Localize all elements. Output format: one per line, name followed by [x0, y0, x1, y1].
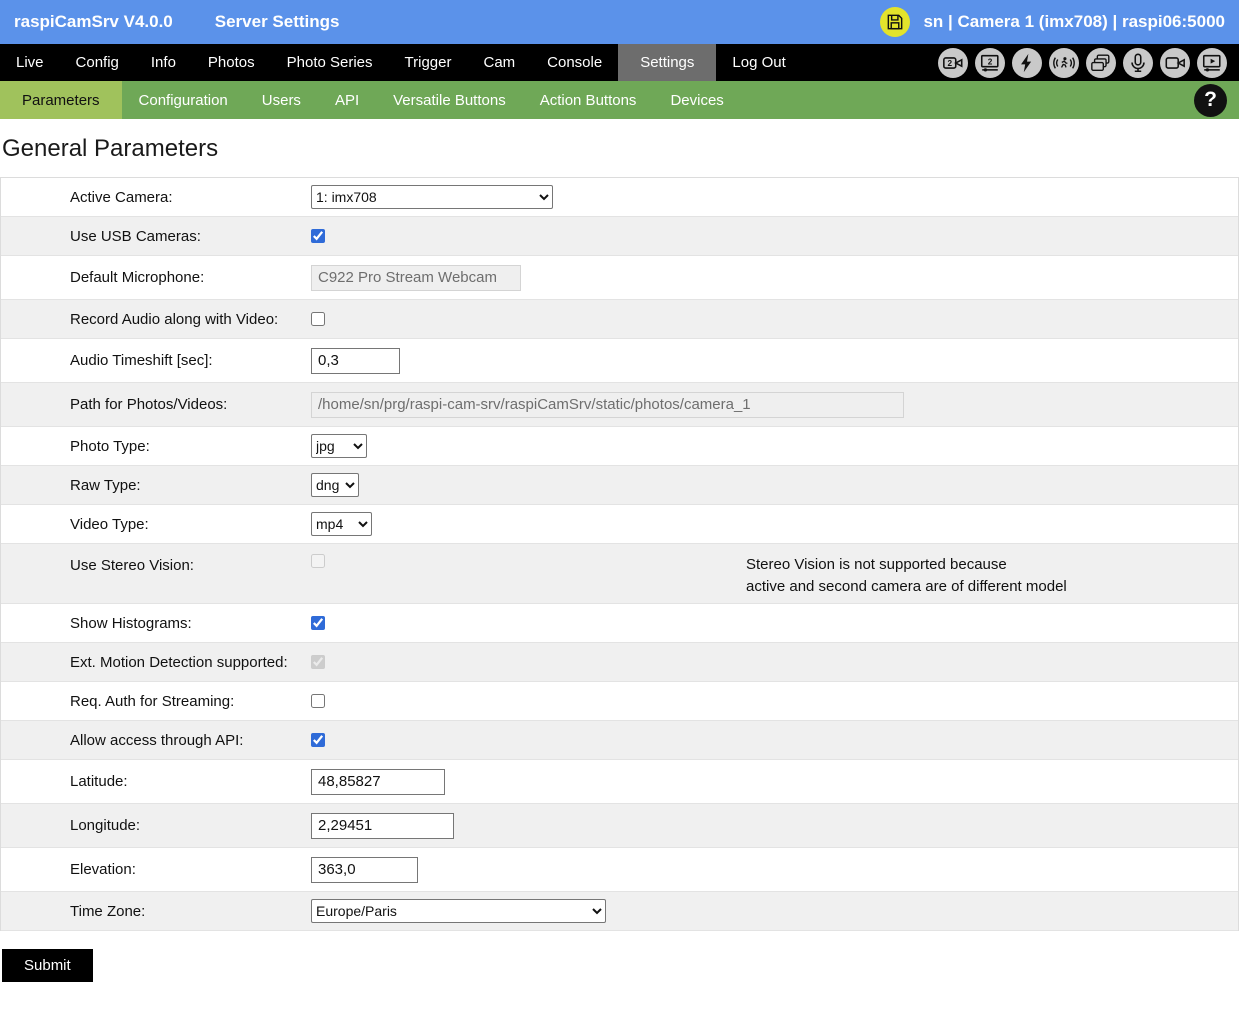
form-row-photo-type: Photo Type: jpg: [1, 427, 1238, 466]
audio-timeshift-input[interactable]: [311, 347, 400, 374]
form-row-record-audio: Record Audio along with Video:: [1, 300, 1238, 339]
help-wrap: ?: [1194, 81, 1239, 119]
photo-type-select[interactable]: jpg: [311, 434, 367, 458]
subnav-item-versatile-buttons[interactable]: Versatile Buttons: [376, 81, 523, 119]
form-row-raw-type: Raw Type: dng: [1, 466, 1238, 505]
nav-item-trigger[interactable]: Trigger: [389, 44, 468, 81]
video-camera-icon[interactable]: [1160, 47, 1190, 78]
form-row-audio-timeshift: Audio Timeshift [sec]:: [1, 339, 1238, 383]
form-row-video-type: Video Type: mp4: [1, 505, 1238, 544]
raw-type-select[interactable]: dng: [311, 473, 359, 497]
flash-icon[interactable]: [1012, 47, 1042, 78]
record-audio-label: Record Audio along with Video:: [70, 310, 279, 328]
longitude-label: Longitude:: [70, 817, 141, 834]
subnav-item-users[interactable]: Users: [245, 81, 318, 119]
use-usb-cameras-checkbox[interactable]: [311, 229, 325, 243]
form-row-time-zone: Time Zone: Europe/Paris: [1, 892, 1238, 931]
path-photos-input: [311, 391, 904, 418]
req-auth-streaming-label: Req. Auth for Streaming:: [70, 692, 235, 710]
subnav-item-api[interactable]: API: [318, 81, 376, 119]
header-status: sn | Camera 1 (imx708) | raspi06:5000: [880, 7, 1225, 37]
subnav-item-configuration[interactable]: Configuration: [122, 81, 245, 119]
subnav-item-parameters[interactable]: Parameters: [0, 81, 122, 119]
nav-item-cam[interactable]: Cam: [467, 44, 531, 81]
svg-text:2: 2: [988, 57, 993, 66]
form-row-allow-api: Allow access through API:: [1, 721, 1238, 760]
header-titles: raspiCamSrv V4.0.0 Server Settings: [14, 12, 340, 32]
nav-item-console[interactable]: Console: [531, 44, 618, 81]
form-row-use-usb-cameras: Use USB Cameras:: [1, 217, 1238, 256]
main-nav: Live Config Info Photos Photo Series Trigger C…: [0, 44, 1239, 81]
ext-motion-detection-label: Ext. Motion Detection supported:: [70, 653, 288, 671]
use-stereo-vision-label: Use Stereo Vision:: [70, 557, 194, 574]
form-row-use-stereo-vision: Use Stereo Vision: Stereo Vision is not s…: [1, 544, 1238, 604]
page-heading: General Parameters: [2, 135, 219, 162]
active-camera-select[interactable]: 1: imx708: [311, 185, 553, 209]
raw-type-label: Raw Type:: [70, 476, 141, 494]
nav-item-info[interactable]: Info: [135, 44, 192, 81]
time-zone-select[interactable]: Europe/Paris: [311, 899, 606, 923]
photo-type-label: Photo Type:: [70, 437, 150, 455]
form-row-show-histograms: Show Histograms:: [1, 604, 1238, 643]
nav-item-photo-series[interactable]: Photo Series: [271, 44, 389, 81]
latitude-input[interactable]: [311, 768, 445, 795]
elevation-label: Elevation:: [70, 861, 136, 878]
header-bar: raspiCamSrv V4.0.0 Server Settings sn | …: [0, 0, 1239, 44]
video-type-label: Video Type:: [70, 515, 149, 533]
microphone-icon[interactable]: [1123, 47, 1153, 78]
main-nav-items: Live Config Info Photos Photo Series Trigger C…: [0, 44, 802, 81]
use-stereo-vision-note: Stereo Vision is not supported because ac…: [746, 556, 1067, 595]
form-row-req-auth-streaming: Req. Auth for Streaming:: [1, 682, 1238, 721]
help-icon[interactable]: ?: [1194, 83, 1227, 117]
allow-api-checkbox[interactable]: [311, 733, 325, 747]
settings-subnav: Parameters Configuration Users API Versatile…: [0, 81, 1239, 119]
show-histograms-checkbox[interactable]: [311, 616, 325, 630]
path-photos-label: Path for Photos/Videos:: [70, 396, 228, 413]
elevation-input[interactable]: [311, 856, 418, 883]
main-nav-icons: 22: [938, 44, 1239, 81]
page-title: Server Settings: [214, 12, 340, 31]
form-row-ext-motion-detection: Ext. Motion Detection supported:: [1, 643, 1238, 682]
use-stereo-vision-checkbox: [311, 554, 325, 568]
nav-item-photos[interactable]: Photos: [192, 44, 271, 81]
form-row-path-photos: Path for Photos/Videos:: [1, 383, 1238, 427]
nav-item-config[interactable]: Config: [60, 44, 135, 81]
audio-timeshift-label: Audio Timeshift [sec]:: [70, 352, 213, 369]
subnav-item-action-buttons[interactable]: Action Buttons: [523, 81, 654, 119]
active-camera-label: Active Camera:: [70, 188, 173, 206]
general-parameters-form: Active Camera: 1: imx708 Use USB Cameras: D…: [0, 177, 1239, 931]
screen-2-icon[interactable]: 2: [975, 47, 1005, 78]
subnav-item-devices[interactable]: Devices: [653, 81, 740, 119]
photo-series-icon[interactable]: [1086, 47, 1116, 78]
stream-player-icon[interactable]: [1197, 47, 1227, 78]
longitude-input[interactable]: [311, 812, 454, 839]
form-row-latitude: Latitude:: [1, 760, 1238, 804]
form-row-default-microphone: Default Microphone:: [1, 256, 1238, 300]
settings-subnav-items: Parameters Configuration Users API Versatile…: [0, 81, 741, 119]
latitude-label: Latitude:: [70, 773, 128, 790]
camera-2-icon[interactable]: 2: [938, 47, 968, 78]
svg-text:2: 2: [947, 59, 952, 68]
app-title: raspiCamSrv V4.0.0: [14, 12, 173, 31]
motion-detection-icon[interactable]: [1049, 47, 1079, 78]
time-zone-label: Time Zone:: [70, 902, 146, 920]
submit-button[interactable]: Submit: [2, 949, 93, 982]
ext-motion-detection-checkbox: [311, 655, 325, 669]
allow-api-label: Allow access through API:: [70, 731, 244, 749]
use-usb-cameras-label: Use USB Cameras:: [70, 227, 201, 245]
nav-item-log-out[interactable]: Log Out: [716, 44, 801, 81]
form-row-active-camera: Active Camera: 1: imx708: [1, 178, 1238, 217]
nav-item-settings[interactable]: Settings: [618, 44, 717, 81]
req-auth-streaming-checkbox[interactable]: [311, 694, 325, 708]
session-status-text: sn | Camera 1 (imx708) | raspi06:5000: [923, 12, 1225, 31]
default-microphone-input: [311, 264, 521, 291]
show-histograms-label: Show Histograms:: [70, 614, 192, 632]
floppy-disk-icon[interactable]: [880, 7, 911, 37]
form-row-elevation: Elevation:: [1, 848, 1238, 892]
nav-item-live[interactable]: Live: [0, 44, 60, 81]
video-type-select[interactable]: mp4: [311, 512, 372, 536]
form-row-longitude: Longitude:: [1, 804, 1238, 848]
default-microphone-label: Default Microphone:: [70, 269, 205, 286]
record-audio-checkbox[interactable]: [311, 312, 325, 326]
